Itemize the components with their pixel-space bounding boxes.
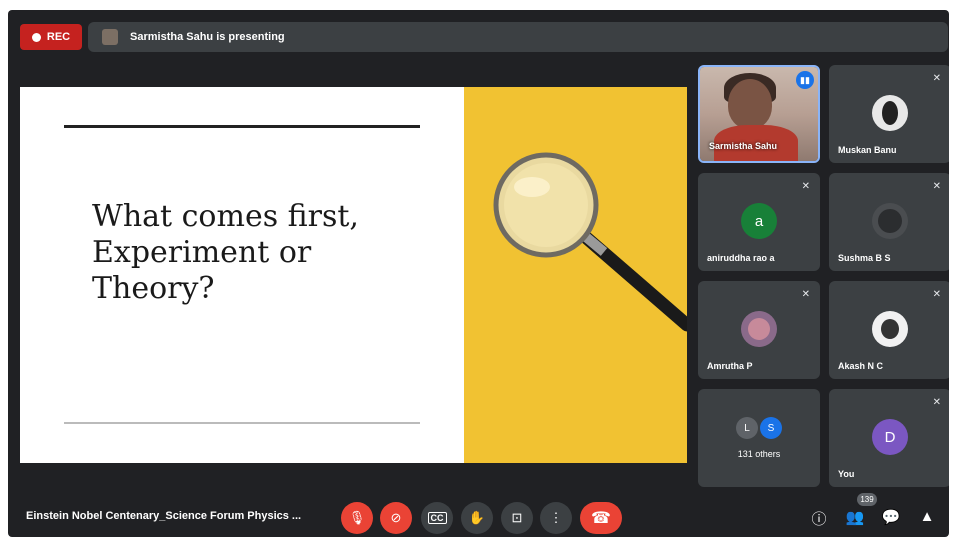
meet-window: REC Sarmistha Sahu is presenting What co… <box>8 10 949 537</box>
more-options-button[interactable]: ⋮ <box>540 502 572 534</box>
avatar <box>872 203 908 239</box>
avatar-initial: D <box>884 428 896 446</box>
avatar <box>872 311 908 347</box>
participant-tile-sushma[interactable]: ✕ Sushma B S <box>829 173 949 271</box>
slide-image-magnifier <box>464 87 687 463</box>
slide-title: What comes first, Experiment or Theory? <box>92 199 422 307</box>
avatar: D <box>872 419 908 455</box>
mic-off-icon: ✕ <box>932 397 941 408</box>
participant-name: You <box>838 469 855 479</box>
more-vert-icon: ⋮ <box>549 510 563 525</box>
people-icon: 👥 <box>845 509 865 526</box>
speaking-indicator-icon: ▮▮ <box>796 71 814 89</box>
info-icon: ⓘ <box>811 511 827 528</box>
people-button[interactable]: 👥 <box>844 508 866 526</box>
participant-name: Muskan Banu <box>838 145 897 155</box>
present-button[interactable]: ⊡ <box>501 502 533 534</box>
avatar: L <box>736 417 758 439</box>
slide-title-line: Experiment or <box>92 235 312 270</box>
mic-toggle-button[interactable]: 🎙 <box>341 502 373 534</box>
slide-title-line: Theory? <box>92 271 215 306</box>
camera-off-icon: ⊘ <box>390 510 402 525</box>
mic-off-icon: ✕ <box>932 181 941 192</box>
participant-tile-others[interactable]: L S 131 others <box>698 389 820 487</box>
avatar: S <box>760 417 782 439</box>
raise-hand-button[interactable]: ✋ <box>461 502 493 534</box>
captions-icon: CC <box>427 512 447 524</box>
chat-button[interactable]: 💬 <box>880 508 902 526</box>
hand-icon: ✋ <box>468 510 486 525</box>
mic-off-icon: ✕ <box>932 289 941 300</box>
avatar-photo <box>881 319 899 339</box>
participant-tile-akash[interactable]: ✕ Akash N C <box>829 281 949 379</box>
captions-button[interactable]: CC <box>421 502 453 534</box>
avatar-photo <box>878 209 902 233</box>
others-avatars: L S <box>736 417 782 439</box>
presentation-slide: What comes first, Experiment or Theory? <box>20 87 687 463</box>
avatar-initial: a <box>754 212 764 230</box>
slide-rule-top <box>64 125 420 128</box>
presenting-banner: Sarmistha Sahu is presenting <box>88 22 948 52</box>
end-call-button[interactable]: ☎ <box>580 502 622 534</box>
activities-icon: ▲ <box>919 508 935 525</box>
avatar <box>741 311 777 347</box>
present-screen-icon: ⊡ <box>511 510 523 525</box>
participant-name: aniruddha rao a <box>707 253 775 263</box>
participant-tile-muskan-banu[interactable]: ✕ Muskan Banu <box>829 65 949 163</box>
participant-name: Sushma B S <box>838 253 891 263</box>
participant-tile-amrutha[interactable]: ✕ Amrutha P <box>698 281 820 379</box>
slide-title-line: What comes first, <box>92 199 359 234</box>
participant-name: Sarmistha Sahu <box>709 141 778 151</box>
mic-off-icon: ✕ <box>801 181 810 192</box>
participant-tile-you[interactable]: ✕ D You <box>829 389 949 487</box>
others-count: 131 others <box>737 449 781 459</box>
presenter-avatar <box>102 29 118 45</box>
avatar-photo <box>748 318 770 340</box>
activities-button[interactable]: ▲ <box>916 508 938 525</box>
meeting-info-button[interactable]: ⓘ <box>808 508 830 529</box>
participant-name: Akash N C <box>838 361 884 371</box>
record-dot-icon <box>31 32 41 42</box>
mic-off-icon: 🎙 <box>348 510 366 525</box>
camera-toggle-button[interactable]: ⊘ <box>380 502 412 534</box>
participant-name: Amrutha P <box>707 361 753 371</box>
avatar-photo <box>882 101 898 125</box>
recording-badge[interactable]: REC <box>20 24 82 50</box>
mic-off-icon: ✕ <box>801 289 810 300</box>
rec-label: REC <box>46 31 71 43</box>
avatar: a <box>741 203 777 239</box>
people-count-badge: 139 <box>857 493 877 506</box>
chat-icon: 💬 <box>881 509 901 526</box>
phone-hangup-icon: ☎ <box>591 510 611 527</box>
participant-tile-aniruddha[interactable]: ✕ a aniruddha rao a <box>698 173 820 271</box>
mic-off-icon: ✕ <box>932 73 941 84</box>
participant-tile-sarmistha-sahu[interactable]: ▮▮ Sarmistha Sahu <box>698 65 820 163</box>
video-face <box>728 79 772 129</box>
avatar <box>872 95 908 131</box>
magnifier-illustration <box>493 152 687 332</box>
meeting-title: Einstein Nobel Centenary_Science Forum P… <box>26 510 302 522</box>
slide-rule-bottom <box>64 422 420 424</box>
presenting-text: Sarmistha Sahu is presenting <box>130 31 285 43</box>
